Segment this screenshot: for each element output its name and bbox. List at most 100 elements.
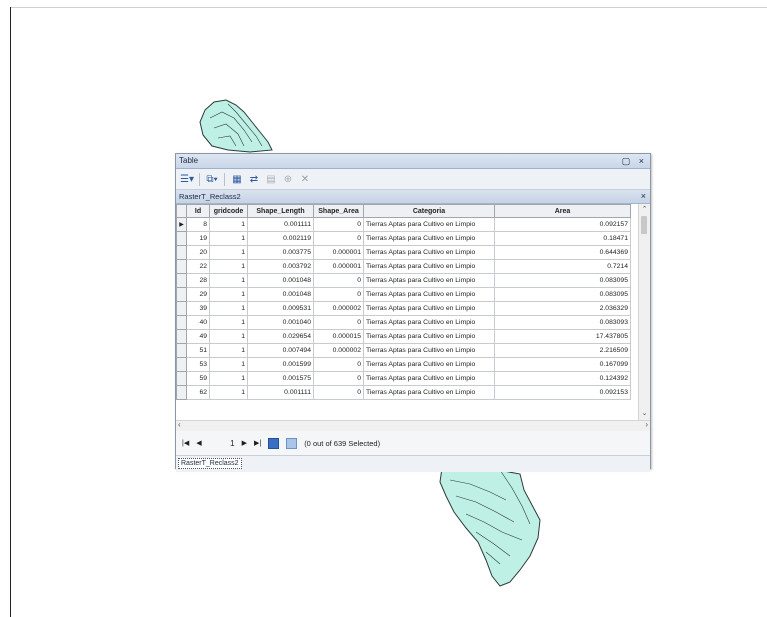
cell-shape-area[interactable]: 0 bbox=[313, 371, 364, 386]
cell-shape-length[interactable]: 0.001575 bbox=[247, 371, 314, 386]
cell-area[interactable]: 2.036329 bbox=[494, 301, 631, 316]
related-tables-icon[interactable]: ⧉▾ bbox=[205, 174, 219, 185]
cell-shape-area[interactable]: 0 bbox=[313, 273, 364, 288]
column-header-shape-length[interactable]: Shape_Length bbox=[247, 204, 314, 218]
table-row[interactable]: 39 1 0.009531 0.000002 Tierras Aptas para Cu… bbox=[176, 301, 631, 316]
cell-shape-area[interactable]: 0.000002 bbox=[313, 343, 364, 358]
horizontal-scrollbar[interactable]: ‹ › bbox=[176, 420, 650, 431]
scrollbar-thumb[interactable] bbox=[641, 216, 647, 234]
table-row[interactable]: 29 1 0.001048 0 Tierras Aptas para Cultivo e… bbox=[176, 287, 631, 302]
cell-id[interactable]: 28 bbox=[186, 273, 210, 288]
next-record-button[interactable]: ▶ bbox=[242, 439, 247, 447]
cell-gridcode[interactable]: 1 bbox=[209, 385, 248, 400]
cell-id[interactable]: 20 bbox=[186, 245, 210, 260]
row-selector[interactable] bbox=[176, 385, 187, 400]
cell-area[interactable]: 0.18471 bbox=[494, 231, 631, 246]
vertical-scrollbar[interactable]: ⌃ ⌄ bbox=[638, 204, 650, 420]
cell-area[interactable]: 0.124392 bbox=[494, 371, 631, 386]
table-row[interactable]: ▶ 8 1 0.001111 0 Tierras Aptas para Cultivo e… bbox=[176, 217, 631, 232]
table-row[interactable]: 19 1 0.002119 0 Tierras Aptas para Cultivo e… bbox=[176, 231, 631, 246]
table-row[interactable]: 62 1 0.001111 0 Tierras Aptas para Cultivo e… bbox=[176, 385, 631, 400]
cell-shape-area[interactable]: 0 bbox=[313, 287, 364, 302]
table-row[interactable]: 51 1 0.007494 0.000002 Tierras Aptas para Cu… bbox=[176, 343, 631, 358]
cell-categoria[interactable]: Tierras Aptas para Cultivo en Limpio bbox=[363, 315, 495, 330]
cell-categoria[interactable]: Tierras Aptas para Cultivo en Limpio bbox=[363, 371, 495, 386]
column-header-id[interactable]: Id bbox=[186, 204, 210, 218]
cell-shape-area[interactable]: 0.000002 bbox=[313, 301, 364, 316]
row-selector[interactable] bbox=[176, 371, 187, 386]
cell-categoria[interactable]: Tierras Aptas para Cultivo en Limpio bbox=[363, 343, 495, 358]
table-row[interactable]: 28 1 0.001048 0 Tierras Aptas para Cultivo e… bbox=[176, 273, 631, 288]
scroll-left-icon[interactable]: ‹ bbox=[178, 420, 181, 429]
cell-area[interactable]: 2.216509 bbox=[494, 343, 631, 358]
cell-shape-length[interactable]: 0.001111 bbox=[247, 385, 314, 400]
cell-categoria[interactable]: Tierras Aptas para Cultivo en Limpio bbox=[363, 259, 495, 274]
cell-id[interactable]: 40 bbox=[186, 315, 210, 330]
row-selector[interactable] bbox=[176, 287, 187, 302]
cell-id[interactable]: 8 bbox=[186, 217, 210, 232]
cell-gridcode[interactable]: 1 bbox=[209, 245, 248, 260]
close-window-button[interactable]: × bbox=[639, 156, 647, 166]
cell-categoria[interactable]: Tierras Aptas para Cultivo en Limpio bbox=[363, 273, 495, 288]
cell-shape-area[interactable]: 0.000015 bbox=[313, 329, 364, 344]
cell-id[interactable]: 19 bbox=[186, 231, 210, 246]
cell-id[interactable]: 29 bbox=[186, 287, 210, 302]
row-selector[interactable] bbox=[176, 273, 187, 288]
cell-area[interactable]: 0.083095 bbox=[494, 273, 631, 288]
table-row[interactable]: 53 1 0.001599 0 Tierras Aptas para Cultivo e… bbox=[176, 357, 631, 372]
cell-shape-length[interactable]: 0.029654 bbox=[247, 329, 314, 344]
switch-selection-icon[interactable]: ⇄ bbox=[247, 174, 261, 185]
cell-categoria[interactable]: Tierras Aptas para Cultivo en Limpio bbox=[363, 301, 495, 316]
row-selector[interactable] bbox=[176, 343, 187, 358]
scroll-down-icon[interactable]: ⌄ bbox=[639, 409, 650, 417]
cell-id[interactable]: 62 bbox=[186, 385, 210, 400]
row-selector[interactable] bbox=[176, 301, 187, 316]
row-selector[interactable] bbox=[176, 231, 187, 246]
previous-record-button[interactable]: ◀ bbox=[196, 439, 201, 447]
cell-shape-length[interactable]: 0.001048 bbox=[247, 273, 314, 288]
row-selector-header[interactable] bbox=[176, 204, 187, 218]
cell-shape-length[interactable]: 0.003775 bbox=[247, 245, 314, 260]
cell-shape-area[interactable]: 0 bbox=[313, 231, 364, 246]
cell-area[interactable]: 0.083093 bbox=[494, 315, 631, 330]
cell-shape-length[interactable]: 0.001111 bbox=[247, 217, 314, 232]
zoom-to-selected-icon[interactable]: ⊕ bbox=[281, 174, 295, 185]
cell-id[interactable]: 49 bbox=[186, 329, 210, 344]
cell-area[interactable]: 0.092153 bbox=[494, 385, 631, 400]
scroll-right-icon[interactable]: › bbox=[645, 420, 648, 429]
current-record-input[interactable]: 1 bbox=[209, 439, 234, 448]
cell-categoria[interactable]: Tierras Aptas para Cultivo en Limpio bbox=[363, 357, 495, 372]
cell-area[interactable]: 0.644369 bbox=[494, 245, 631, 260]
cell-area[interactable]: 17.437805 bbox=[494, 329, 631, 344]
restore-window-button[interactable]: ▢ bbox=[622, 156, 634, 166]
column-header-shape-area[interactable]: Shape_Area bbox=[313, 204, 364, 218]
cell-gridcode[interactable]: 1 bbox=[209, 315, 248, 330]
cell-gridcode[interactable]: 1 bbox=[209, 217, 248, 232]
cell-categoria[interactable]: Tierras Aptas para Cultivo en Limpio bbox=[363, 231, 495, 246]
clear-selection-icon[interactable]: ▤ bbox=[264, 174, 278, 185]
cell-gridcode[interactable]: 1 bbox=[209, 231, 248, 246]
cell-categoria[interactable]: Tierras Aptas para Cultivo en Limpio bbox=[363, 329, 495, 344]
cell-gridcode[interactable]: 1 bbox=[209, 259, 248, 274]
cell-area[interactable]: 0.083095 bbox=[494, 287, 631, 302]
cell-area[interactable]: 0.167099 bbox=[494, 357, 631, 372]
scroll-up-icon[interactable]: ⌃ bbox=[639, 205, 650, 213]
show-selected-records-icon[interactable] bbox=[286, 437, 298, 449]
cell-gridcode[interactable]: 1 bbox=[209, 329, 248, 344]
row-selector[interactable] bbox=[176, 245, 187, 260]
cell-id[interactable]: 22 bbox=[186, 259, 210, 274]
row-selector[interactable] bbox=[176, 329, 187, 344]
cell-id[interactable]: 53 bbox=[186, 357, 210, 372]
cell-id[interactable]: 59 bbox=[186, 371, 210, 386]
cell-shape-length[interactable]: 0.007494 bbox=[247, 343, 314, 358]
row-selector[interactable] bbox=[176, 259, 187, 274]
cell-id[interactable]: 39 bbox=[186, 301, 210, 316]
cell-categoria[interactable]: Tierras Aptas para Cultivo en Limpio bbox=[363, 385, 495, 400]
cell-shape-length[interactable]: 0.001048 bbox=[247, 287, 314, 302]
cell-area[interactable]: 0.7214 bbox=[494, 259, 631, 274]
table-row[interactable]: 22 1 0.003792 0.000001 Tierras Aptas para Cu… bbox=[176, 259, 631, 274]
row-selector[interactable] bbox=[176, 357, 187, 372]
cell-gridcode[interactable]: 1 bbox=[209, 301, 248, 316]
cell-shape-area[interactable]: 0.000001 bbox=[313, 245, 364, 260]
cell-shape-length[interactable]: 0.001040 bbox=[247, 315, 314, 330]
